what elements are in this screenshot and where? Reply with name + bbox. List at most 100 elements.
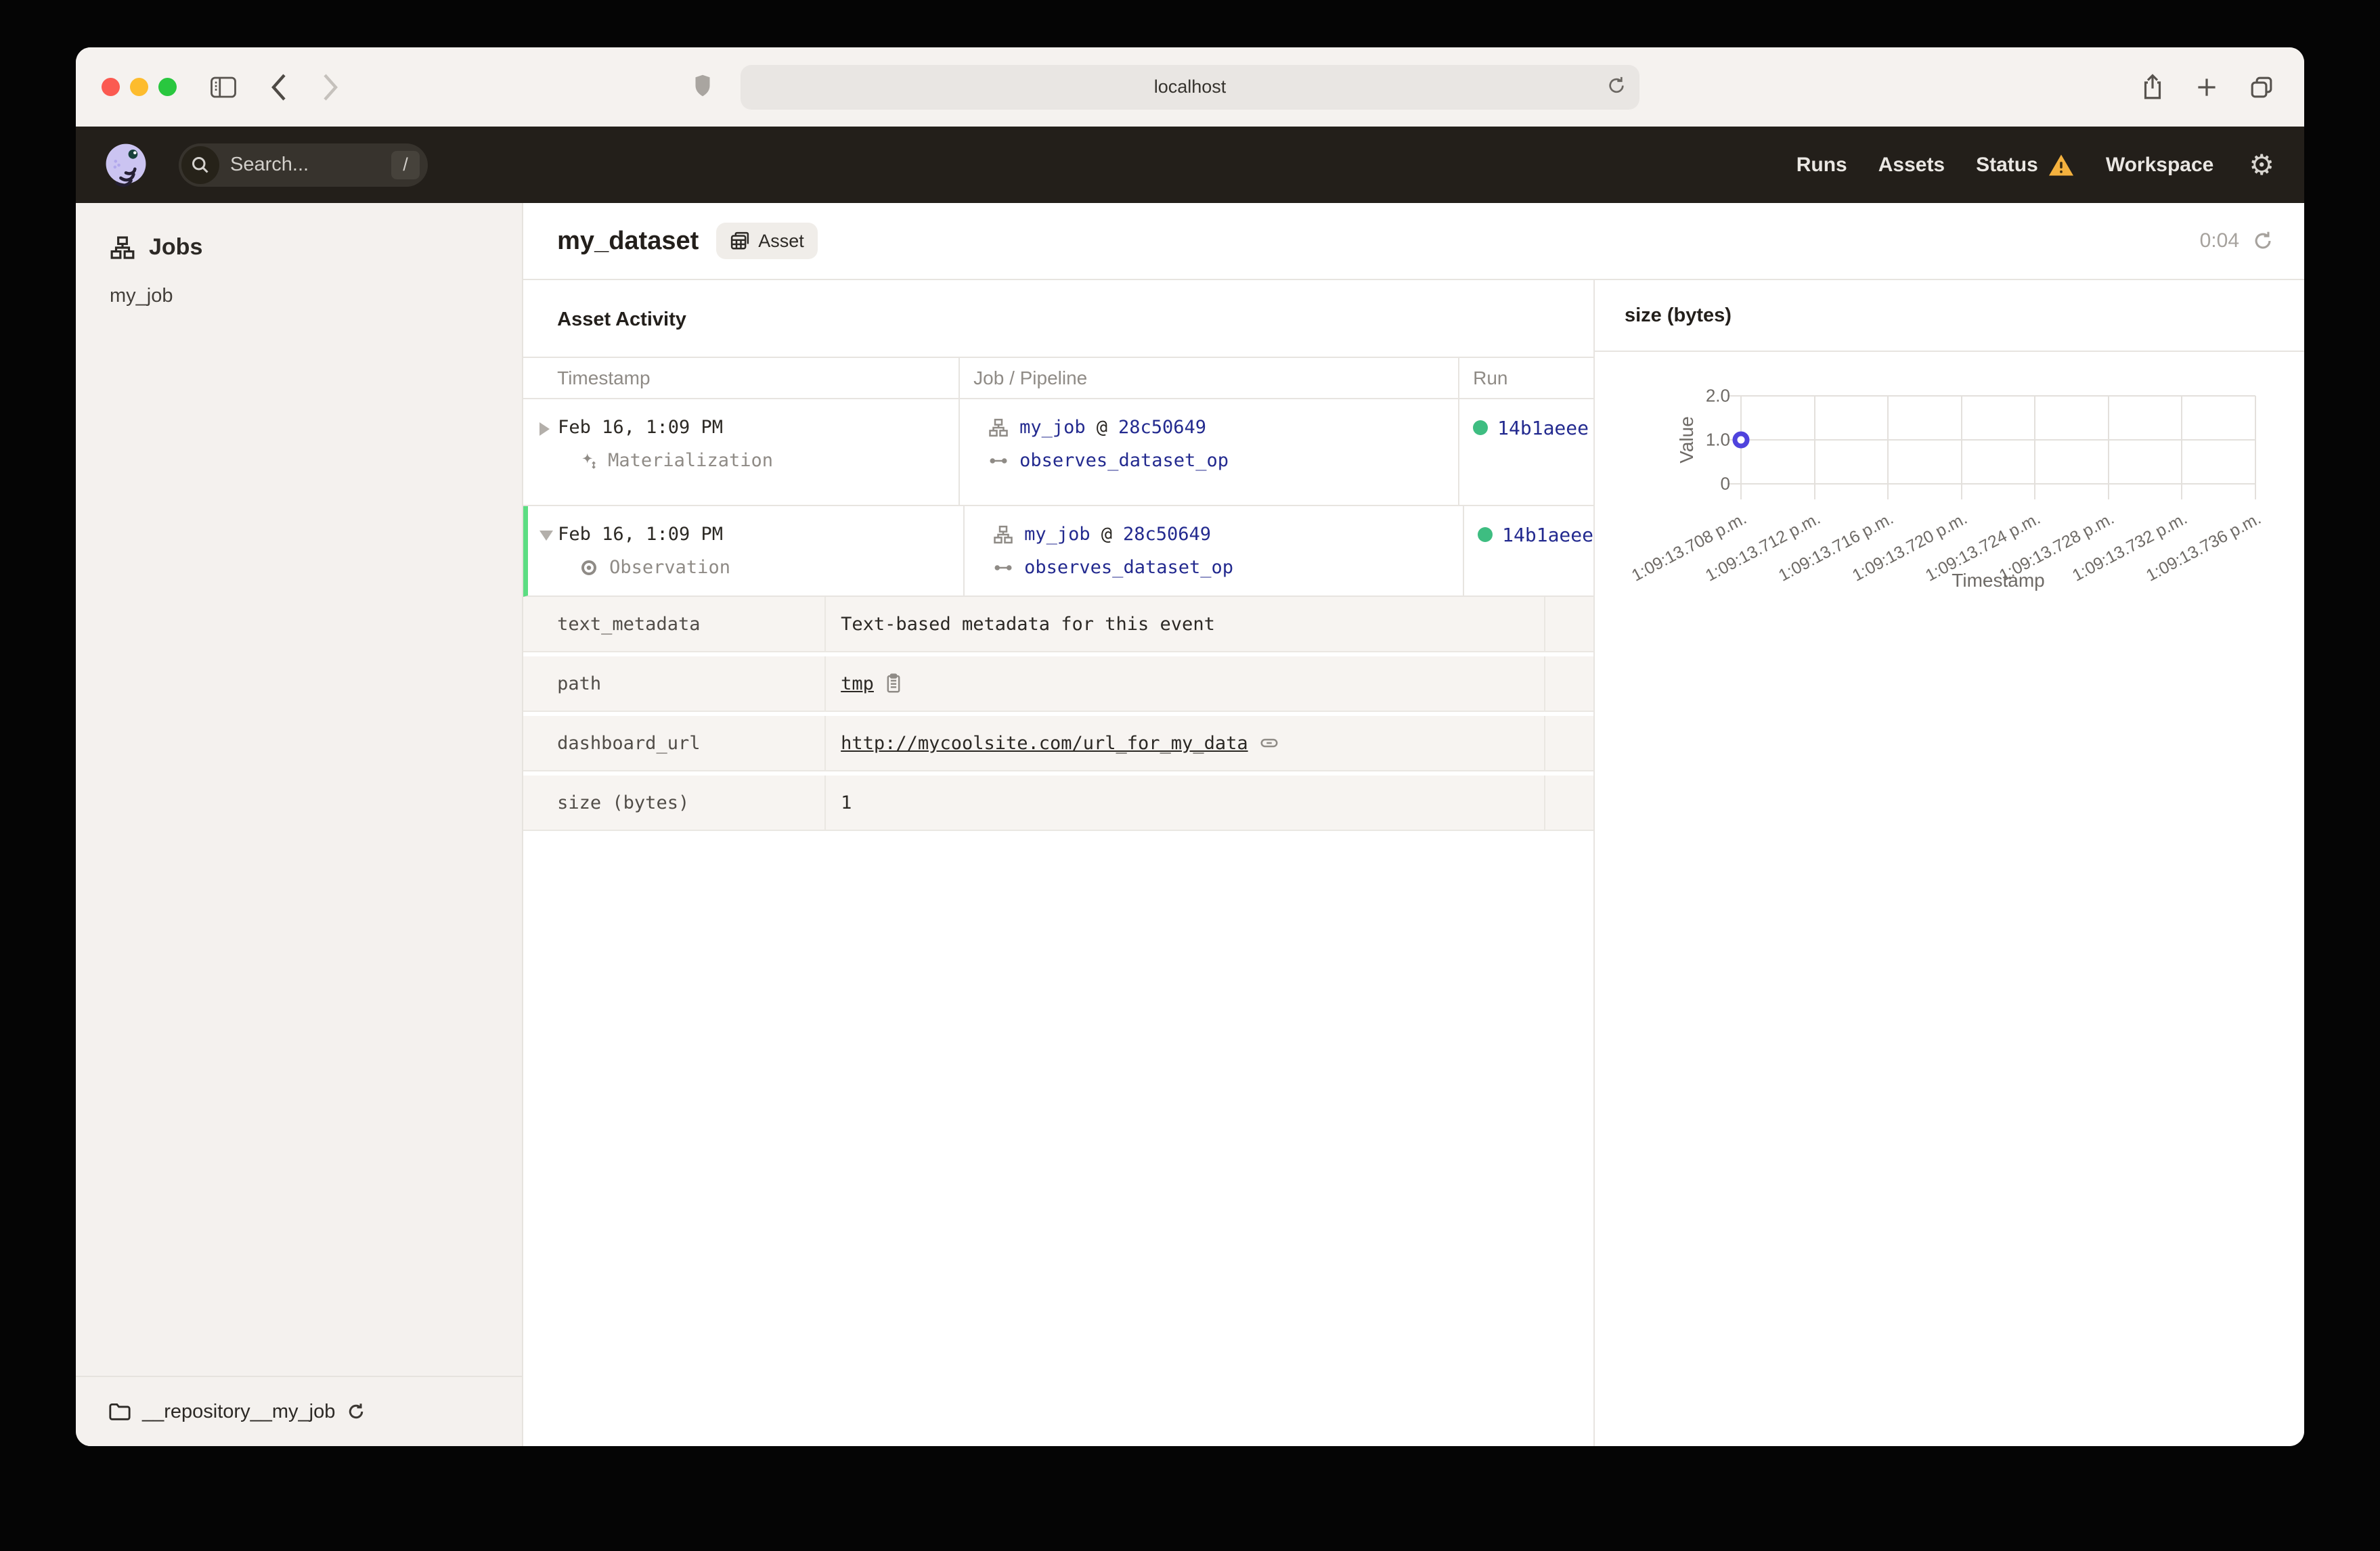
search-shortcut-key: / [391, 150, 420, 179]
event-timestamp: Feb 16, 1:09 PM [558, 417, 723, 438]
observation-icon [581, 560, 597, 575]
zoom-window-button[interactable] [158, 78, 177, 96]
run-id-link[interactable]: 14b1aeee [1497, 417, 1589, 439]
jobs-section-header: Jobs [110, 234, 495, 261]
event-type-label: Materialization [608, 450, 773, 471]
asset-badge-icon [731, 231, 749, 250]
metadata-plots-panel: size (bytes) 2.0 1.0 0 Value 1:09:13.708… [1593, 280, 2304, 1446]
run-status-dot [1473, 420, 1489, 435]
y-tick-0: 0 [1720, 473, 1730, 494]
size-bytes-chart: 2.0 1.0 0 Value 1:09:13.708 p.m. 1:09:13… [1595, 352, 2304, 677]
job-link[interactable]: my_job [1024, 524, 1090, 545]
job-hash-link[interactable]: 28c50649 [1123, 524, 1211, 545]
privacy-shield-icon[interactable] [693, 73, 712, 101]
run-id-link[interactable]: 14b1aeee [1502, 524, 1593, 546]
job-graph-icon [989, 418, 1008, 436]
x-axis-label: Timestamp [1952, 570, 2045, 591]
asset-header: my_dataset Asset 0:04 [523, 203, 2304, 280]
tab-overview-icon[interactable] [2249, 74, 2274, 100]
dashboard-url-link[interactable]: http://mycoolsite.com/url_for_my_data [841, 733, 1248, 754]
op-link[interactable]: observes_dataset_op [1024, 557, 1233, 578]
metadata-value: 1 [841, 792, 852, 813]
metadata-key: size (bytes) [557, 792, 690, 813]
activity-table-header: Timestamp Job / Pipeline Run [523, 357, 1593, 399]
refresh-timer: 0:04 [2199, 229, 2239, 252]
gear-icon[interactable]: ⚙ [2249, 148, 2274, 181]
path-link[interactable]: tmp [841, 673, 874, 694]
forward-icon[interactable] [320, 72, 340, 102]
nav-link-status-group[interactable]: Status [1976, 153, 2075, 177]
jobs-icon [110, 235, 135, 259]
minimize-window-button[interactable] [130, 78, 148, 96]
main-panel: my_dataset Asset 0:04 Asset Activity Tim… [523, 203, 2304, 1446]
warning-icon [2048, 154, 2073, 176]
column-header-job-pipeline: Job / Pipeline [960, 358, 1460, 398]
metadata-row-size-bytes: size (bytes) 1 [523, 776, 1593, 831]
y-tick-2: 2.0 [1705, 385, 1730, 406]
app-navbar: / Runs Assets Status Workspace ⚙ [76, 127, 2304, 203]
nav-link-runs[interactable]: Runs [1797, 154, 1847, 177]
repository-bar: __repository__my_job [76, 1376, 523, 1446]
toolbar-right-actions [2140, 73, 2274, 102]
op-icon [994, 564, 1012, 570]
global-search[interactable]: / [179, 143, 428, 187]
close-window-button[interactable] [102, 78, 120, 96]
nav-links: Runs Assets Status Workspace ⚙ [1797, 148, 2274, 181]
desktop-background: localhost Search... / Runs Assets Status… [0, 0, 2380, 1551]
address-bar[interactable]: localhost [741, 64, 1639, 110]
browser-toolbar: localhost [76, 47, 2304, 127]
job-graph-icon [994, 525, 1013, 543]
traffic-lights [102, 78, 177, 96]
nav-link-status[interactable]: Status [1976, 154, 2038, 177]
nav-link-assets[interactable]: Assets [1878, 154, 1945, 177]
dagster-logo[interactable] [100, 139, 152, 191]
sidebar-item-my-job[interactable]: my_job [110, 285, 495, 307]
metadata-row-path: path tmp [523, 656, 1593, 712]
y-axis-label: Value [1676, 416, 1697, 464]
column-header-timestamp: Timestamp [523, 358, 961, 398]
address-text: localhost [1153, 76, 1227, 97]
metadata-row-text-metadata: text_metadata Text-based metadata for th… [523, 597, 1593, 652]
folder-icon [109, 1403, 131, 1420]
job-link[interactable]: my_job [1019, 417, 1086, 438]
metadata-key: dashboard_url [557, 732, 701, 754]
reload-page-icon[interactable] [1606, 74, 1627, 99]
y-tick-1: 1.0 [1705, 429, 1730, 450]
chart-title: size (bytes) [1625, 304, 1732, 326]
page-title: my_dataset [557, 226, 699, 255]
caret-right-icon[interactable] [539, 422, 550, 436]
jobs-sidebar: Jobs my_job __repository__my_job [76, 203, 524, 1446]
job-hash-link[interactable]: 28c50649 [1118, 417, 1206, 438]
nav-link-workspace[interactable]: Workspace [2106, 154, 2214, 177]
back-icon[interactable] [269, 72, 289, 102]
job-at-separator: @ [1096, 417, 1107, 438]
copy-icon[interactable] [885, 673, 902, 694]
op-link[interactable]: observes_dataset_op [1019, 450, 1229, 471]
browser-window: localhost Search... / Runs Assets Status… [76, 47, 2304, 1446]
metadata-row-dashboard-url: dashboard_url http://mycoolsite.com/url_… [523, 716, 1593, 771]
reload-repository-icon[interactable] [346, 1401, 366, 1422]
column-header-run: Run [1473, 367, 1508, 388]
event-row-materialization[interactable]: Feb 16, 1:09 PM Materialization my_job @… [523, 399, 1593, 506]
run-status-dot [1478, 527, 1493, 542]
caret-down-icon[interactable] [539, 531, 554, 541]
refresh-page-icon[interactable] [2251, 229, 2274, 252]
metadata-key: text_metadata [557, 613, 701, 635]
jobs-section-title: Jobs [149, 234, 203, 260]
event-row-observation[interactable]: Feb 16, 1:09 PM Observation my_job @ 28c… [523, 506, 1593, 597]
repository-label: __repository__my_job [142, 1400, 336, 1422]
sidebar-toggle-icon[interactable] [209, 75, 238, 99]
link-icon [1260, 738, 1278, 748]
metadata-value: Text-based metadata for this event [841, 613, 1215, 635]
job-at-separator: @ [1101, 524, 1112, 545]
new-tab-icon[interactable] [2195, 75, 2219, 99]
metadata-key: path [557, 673, 602, 694]
data-point [1732, 431, 1750, 449]
asset-type-badge[interactable]: Asset [716, 223, 818, 259]
asset-badge-label: Asset [758, 230, 804, 251]
op-icon [990, 457, 1007, 464]
search-icon [181, 145, 219, 184]
event-type-label: Observation [609, 557, 730, 578]
search-input[interactable] [230, 154, 359, 176]
share-icon[interactable] [2140, 73, 2165, 102]
